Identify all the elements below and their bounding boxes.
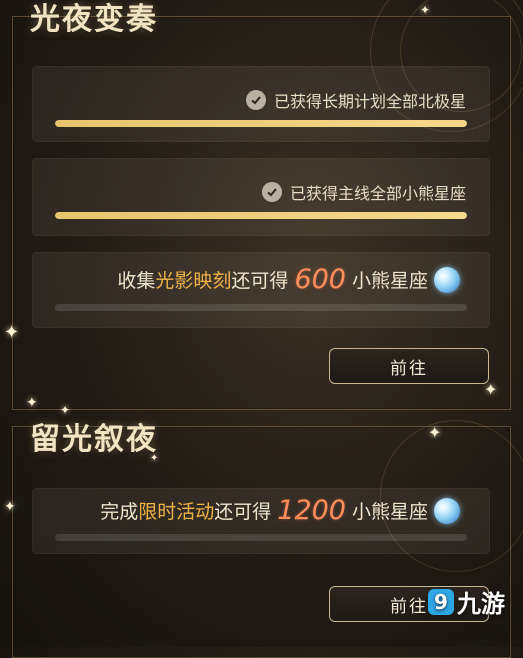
sparkle-decoration: ✦ <box>484 380 498 399</box>
sparkle-decoration: ✦ <box>420 3 431 17</box>
claimed-label: 已获得主线全部小熊星座 <box>289 184 466 203</box>
progress-bar <box>55 304 467 311</box>
watermark-text: 九游 <box>457 590 505 618</box>
gem-icon <box>434 497 460 524</box>
claimed-label: 已获得长期计划全部北极星 <box>273 92 466 111</box>
section-title-1: 光夜变奏 <box>30 2 158 37</box>
sparkle-decoration: ✦ <box>428 423 442 442</box>
go-button[interactable]: 前往 <box>329 348 489 384</box>
progress-bar <box>55 534 467 541</box>
check-icon <box>261 182 282 202</box>
gem-icon <box>434 266 460 293</box>
reward-card-2: 完成 限时活动 还可得 1200 小熊星座 <box>32 488 490 554</box>
progress-bar-fill <box>55 212 467 219</box>
check-icon <box>245 90 266 110</box>
watermark: 9 九游 <box>428 584 505 619</box>
progress-bar <box>55 212 467 219</box>
sparkle-decoration: ✦ <box>4 322 20 343</box>
reward-card-1: 收集 光影映刻 还可得 600 小熊星座 <box>32 252 490 328</box>
sparkle-decoration: ✦ <box>60 403 71 417</box>
claimed-row: 已获得主线全部小熊星座 <box>261 180 466 204</box>
reward-amount: 600 <box>294 264 346 295</box>
claimed-card-2: 已获得主线全部小熊星座 <box>32 158 490 236</box>
reward-line: 收集 光影映刻 还可得 600 小熊星座 <box>117 264 460 295</box>
reward-middle: 还可得 <box>231 270 289 292</box>
reward-middle: 还可得 <box>214 501 272 523</box>
section-title-2: 留光叙夜 <box>30 422 158 457</box>
reward-unit: 小熊星座 <box>351 270 428 292</box>
reward-prefix: 完成 <box>100 501 139 523</box>
sparkle-decoration: ✦ <box>150 453 159 464</box>
reward-highlight: 光影映刻 <box>155 270 232 292</box>
claimed-row: 已获得长期计划全部北极星 <box>245 88 466 112</box>
progress-bar-fill <box>55 120 467 127</box>
reward-unit: 小熊星座 <box>351 501 428 523</box>
reward-prefix: 收集 <box>117 270 156 292</box>
sparkle-decoration: ✦ <box>4 499 16 515</box>
sparkle-decoration: ✦ <box>26 395 38 411</box>
reward-highlight: 限时活动 <box>138 501 215 523</box>
claimed-card-1: 已获得长期计划全部北极星 <box>32 66 490 142</box>
9game-logo: 9 <box>428 588 454 615</box>
reward-amount: 1200 <box>277 495 346 526</box>
progress-bar <box>55 120 467 127</box>
reward-line: 完成 限时活动 还可得 1200 小熊星座 <box>100 495 460 526</box>
